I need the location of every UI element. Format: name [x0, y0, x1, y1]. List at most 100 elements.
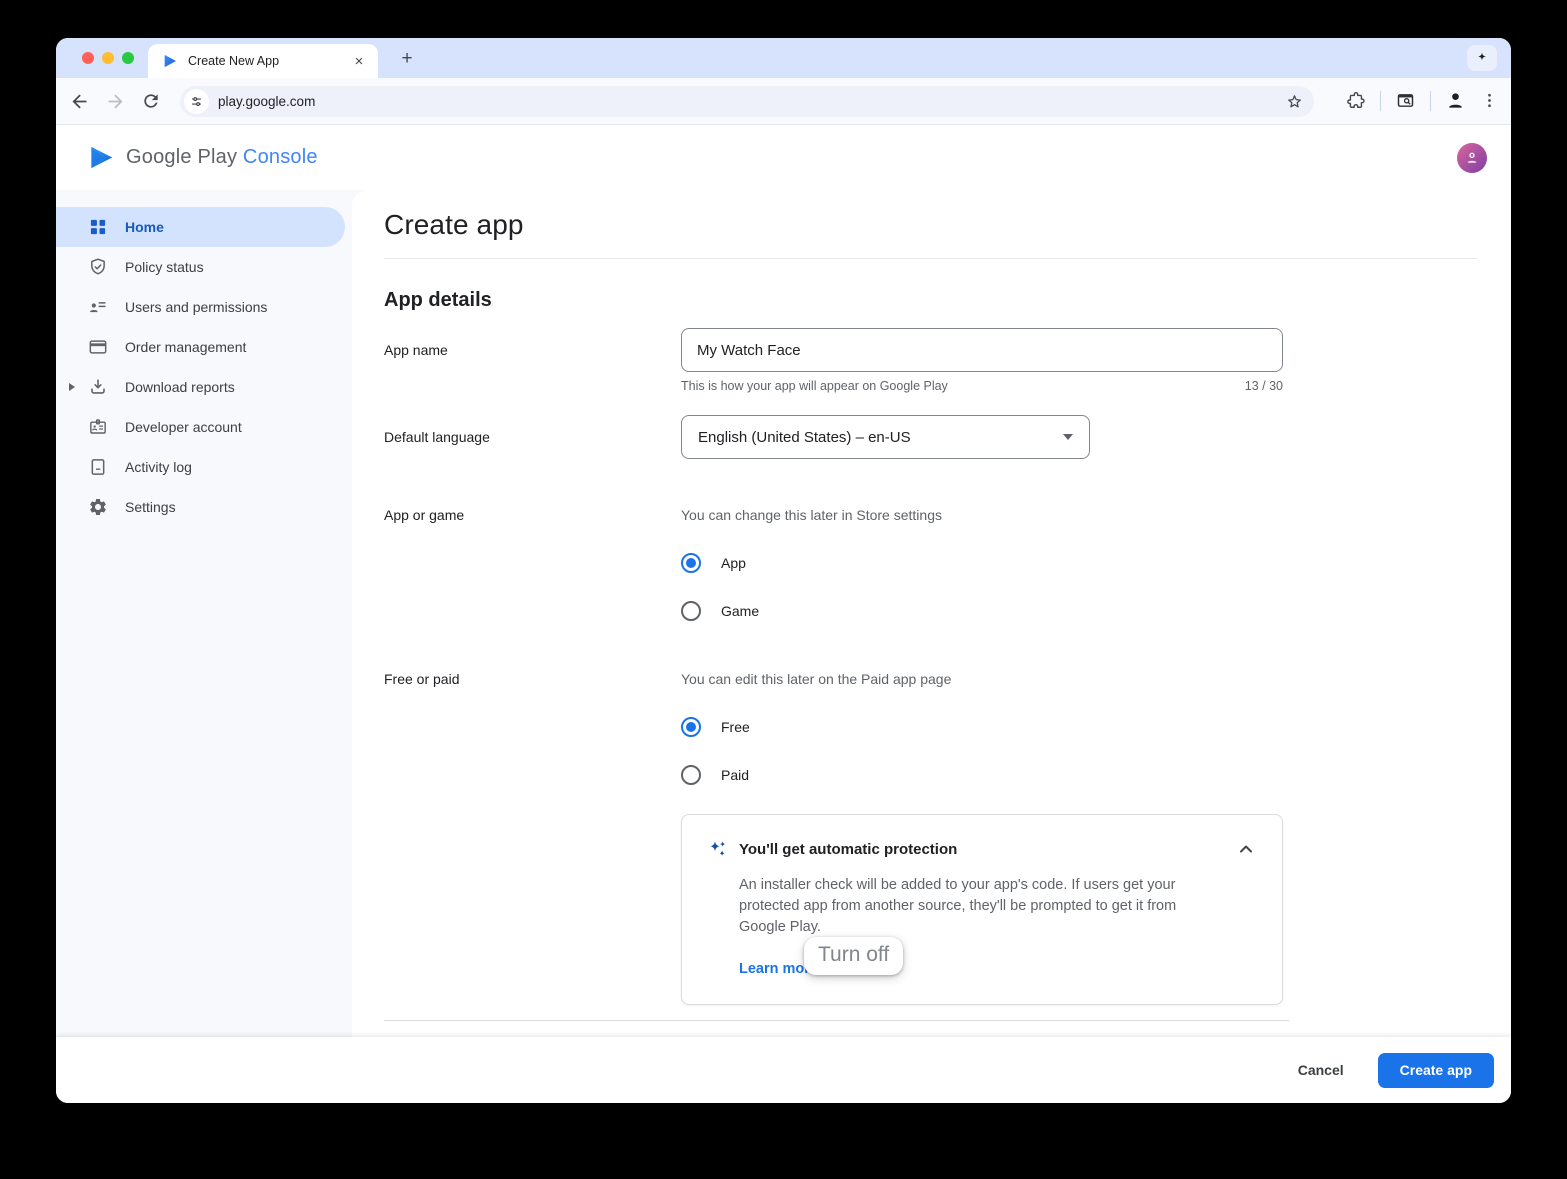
- sidebar-item-order-management[interactable]: Order management: [56, 327, 352, 367]
- sidebar: Home Policy status Users and permissions…: [56, 190, 352, 1037]
- protection-sparkle-icon: [706, 838, 730, 862]
- new-tab-button[interactable]: +: [394, 46, 420, 72]
- app-or-game-row: App or game You can change this later in…: [384, 507, 1477, 623]
- search-tabs-icon[interactable]: [1395, 90, 1416, 111]
- default-language-row: Default language English (United States)…: [384, 415, 1477, 459]
- url-text[interactable]: play.google.com: [218, 94, 1285, 109]
- document-icon: [88, 457, 108, 477]
- create-app-button[interactable]: Create app: [1378, 1053, 1494, 1088]
- radio-button[interactable]: [681, 765, 701, 785]
- chevron-down-icon: [1063, 434, 1073, 440]
- sidebar-item-label: Settings: [125, 499, 176, 515]
- sidebar-item-label: Policy status: [125, 259, 204, 275]
- site-settings-icon[interactable]: [184, 89, 209, 114]
- radio-option-app[interactable]: App: [681, 551, 1477, 575]
- radio-label: App: [721, 555, 746, 571]
- radio-button[interactable]: [681, 601, 701, 621]
- users-icon: [88, 297, 108, 317]
- radio-button-selected[interactable]: [681, 553, 701, 573]
- app-name-row: App name This is how your app will appea…: [384, 328, 1477, 393]
- minimize-window-button[interactable]: [102, 52, 114, 64]
- free-or-paid-row: Free or paid You can edit this later on …: [384, 671, 1477, 787]
- play-console-logo[interactable]: Google Play Console: [88, 144, 318, 171]
- radio-option-free[interactable]: Free: [681, 715, 1477, 739]
- turn-off-button[interactable]: Turn off: [804, 937, 903, 975]
- close-window-button[interactable]: [82, 52, 94, 64]
- browser-tab[interactable]: Create New App ×: [148, 44, 378, 78]
- zoom-window-button[interactable]: [122, 52, 134, 64]
- browser-toolbar: play.google.com: [56, 78, 1511, 125]
- profile-icon[interactable]: [1445, 90, 1466, 111]
- traffic-lights: [82, 52, 134, 64]
- account-avatar[interactable]: [1457, 143, 1487, 173]
- sidebar-item-settings[interactable]: Settings: [56, 487, 352, 527]
- protection-card-row: You'll get automatic protection An insta…: [384, 814, 1477, 1021]
- sidebar-item-home[interactable]: Home: [56, 207, 345, 247]
- sidebar-item-label: Order management: [125, 339, 246, 355]
- tab-title: Create New App: [188, 54, 350, 68]
- console-header: Google Play Console: [56, 125, 1511, 190]
- app-name-label: App name: [384, 328, 681, 393]
- chevron-up-icon[interactable]: [1234, 837, 1258, 861]
- extensions-puzzle-icon[interactable]: [1346, 91, 1366, 111]
- reload-icon[interactable]: [141, 91, 162, 112]
- sidebar-item-label: Download reports: [125, 379, 235, 395]
- sidebar-item-activity-log[interactable]: Activity log: [56, 447, 352, 487]
- back-arrow-icon[interactable]: [69, 91, 90, 112]
- divider: [384, 258, 1477, 259]
- default-language-label: Default language: [384, 415, 681, 459]
- app-name-counter: 13 / 30: [1245, 379, 1283, 393]
- cancel-button[interactable]: Cancel: [1282, 1054, 1360, 1086]
- card-icon: [88, 337, 108, 357]
- radio-label: Free: [721, 719, 750, 735]
- app-or-game-note: You can change this later in Store setti…: [681, 507, 1477, 523]
- protection-card-body: An installer check will be added to your…: [739, 875, 1207, 938]
- google-play-logo-icon: [88, 144, 115, 171]
- radio-button-selected[interactable]: [681, 717, 701, 737]
- toolbar-separator: [1380, 91, 1381, 111]
- google-play-favicon-icon: [162, 53, 178, 69]
- app-name-helper: This is how your app will appear on Goog…: [681, 379, 948, 393]
- browser-window: Create New App × + play.google.com: [56, 38, 1511, 1103]
- download-icon: [88, 377, 108, 397]
- footer-bar: Cancel Create app: [56, 1037, 1511, 1103]
- shield-check-icon: [88, 257, 108, 277]
- sidebar-item-users-permissions[interactable]: Users and permissions: [56, 287, 352, 327]
- expand-caret-icon[interactable]: [69, 383, 75, 391]
- tab-strip: Create New App × +: [56, 38, 1511, 78]
- page-title: Create app: [384, 205, 1477, 245]
- url-bar[interactable]: play.google.com: [180, 86, 1314, 117]
- free-or-paid-label: Free or paid: [384, 671, 681, 787]
- app-or-game-label: App or game: [384, 507, 681, 623]
- radio-option-paid[interactable]: Paid: [681, 763, 1477, 787]
- free-or-paid-note: You can edit this later on the Paid app …: [681, 671, 1477, 687]
- default-language-value: English (United States) – en-US: [698, 429, 911, 446]
- app-name-input[interactable]: [681, 328, 1283, 372]
- sparkle-icon: [1474, 50, 1490, 66]
- gear-icon: [88, 497, 108, 517]
- sidebar-item-policy-status[interactable]: Policy status: [56, 247, 352, 287]
- sidebar-item-developer-account[interactable]: Developer account: [56, 407, 352, 447]
- forward-arrow-icon[interactable]: [105, 91, 126, 112]
- automatic-protection-card: You'll get automatic protection An insta…: [681, 814, 1283, 1005]
- app-body: Home Policy status Users and permissions…: [56, 190, 1511, 1037]
- sidebar-item-label: Activity log: [125, 459, 192, 475]
- sparkle-button[interactable]: [1467, 45, 1497, 71]
- divider: [384, 1020, 1289, 1021]
- bookmark-star-icon[interactable]: [1285, 92, 1304, 111]
- radio-label: Game: [721, 603, 759, 619]
- section-title: App details: [384, 289, 1477, 312]
- protection-card-title: You'll get automatic protection: [739, 841, 957, 858]
- radio-option-game[interactable]: Game: [681, 599, 1477, 623]
- toolbar-separator: [1430, 91, 1431, 111]
- sidebar-item-download-reports[interactable]: Download reports: [56, 367, 352, 407]
- default-language-select[interactable]: English (United States) – en-US: [681, 415, 1090, 459]
- sidebar-item-label: Users and permissions: [125, 299, 267, 315]
- menu-kebab-icon[interactable]: [1480, 91, 1499, 110]
- brand-console: Console: [243, 146, 318, 168]
- main-panel: Create app App details App name This is …: [352, 190, 1511, 1037]
- sidebar-item-label: Home: [125, 219, 164, 235]
- tab-close-icon[interactable]: ×: [350, 53, 368, 70]
- app-details-form: App name This is how your app will appea…: [384, 328, 1477, 1021]
- brand-google-play: Google Play: [126, 146, 237, 168]
